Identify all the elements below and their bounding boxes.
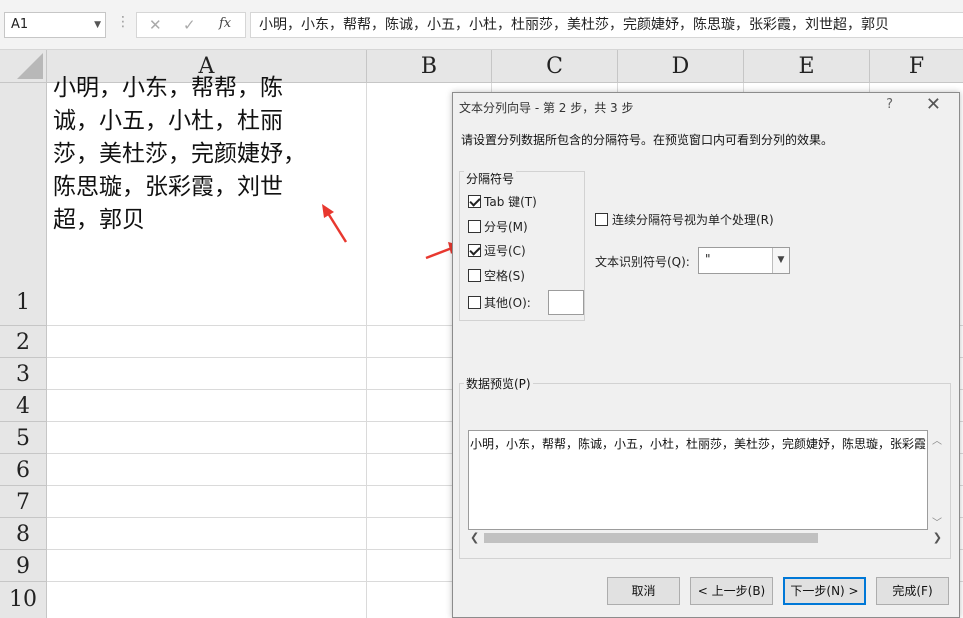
checkbox-checked-icon	[468, 195, 481, 208]
column-header-f[interactable]: F	[870, 50, 963, 83]
chevron-down-icon[interactable]: ▼	[772, 248, 789, 273]
row-header-7[interactable]: 7	[0, 486, 47, 518]
other-checkbox[interactable]: 其他(O):	[468, 295, 531, 311]
data-preview-text: 小明，小东，帮帮，陈诚，小五，小杜，杜丽莎，美杜莎，完颜婕妤，陈思璇，张彩霞	[470, 437, 927, 451]
next-button[interactable]: 下一步(N) >	[783, 577, 866, 605]
formula-bar: A1 ▼ ⋮ ✕ ✓ fx 小明，小东，帮帮，陈诚，小五，小杜，杜丽莎，美杜莎，…	[0, 0, 963, 50]
gridline	[366, 83, 367, 618]
checkbox-icon	[595, 213, 608, 226]
cancel-button[interactable]: 取消	[607, 577, 680, 605]
scrollbar-thumb[interactable]	[484, 533, 818, 543]
checkbox-icon	[468, 296, 481, 309]
cell-a1[interactable]: 小明，小东，帮帮，陈诚，小五，小杜，杜丽莎，美杜莎，完颜婕妤，陈思璇，张彩霞，刘…	[53, 72, 323, 237]
formula-input[interactable]: 小明，小东，帮帮，陈诚，小五，小杜，杜丽莎，美杜莎，完颜婕妤，陈思璇，张彩霞，刘…	[250, 12, 963, 38]
formula-bar-buttons: ✕ ✓ fx	[136, 12, 246, 38]
row-header-6[interactable]: 6	[0, 454, 47, 486]
delimiter-group: 分隔符号 Tab 键(T) 分号(M) 逗号(C) 空格(S) 其他(O):	[459, 170, 585, 321]
tab-checkbox[interactable]: Tab 键(T)	[468, 194, 537, 210]
back-button[interactable]: < 上一步(B)	[690, 577, 773, 605]
space-checkbox[interactable]: 空格(S)	[468, 268, 525, 284]
scroll-left-icon[interactable]: ❮	[470, 531, 479, 544]
row-header-4[interactable]: 4	[0, 390, 47, 422]
data-preview-group: 数据预览(P) 小明，小东，帮帮，陈诚，小五，小杜，杜丽莎，美杜莎，完颜婕妤，陈…	[459, 375, 951, 559]
row-header-10[interactable]: 10	[0, 582, 47, 618]
dialog-instruction: 请设置分列数据所包含的分隔符号。在预览窗口内可看到分列的效果。	[461, 133, 834, 147]
column-header-e[interactable]: E	[744, 50, 870, 83]
formula-bar-separator: ⋮	[116, 14, 130, 30]
confirm-entry-icon[interactable]: ✓	[183, 16, 196, 34]
dialog-title: 文本分列向导 - 第 2 步，共 3 步	[459, 101, 634, 115]
insert-function-icon[interactable]: fx	[219, 16, 231, 31]
scroll-down-icon[interactable]: ﹀	[932, 514, 942, 529]
row-header-8[interactable]: 8	[0, 518, 47, 550]
row-header-3[interactable]: 3	[0, 358, 47, 390]
checkbox-icon	[468, 269, 481, 282]
comma-checkbox[interactable]: 逗号(C)	[468, 243, 526, 259]
cancel-entry-icon[interactable]: ✕	[149, 16, 162, 34]
preview-horizontal-scrollbar[interactable]: ❮ ❯	[468, 530, 944, 546]
data-preview-box[interactable]: 小明，小东，帮帮，陈诚，小五，小杜，杜丽莎，美杜莎，完颜婕妤，陈思璇，张彩霞	[468, 430, 928, 530]
scroll-up-icon[interactable]: ︿	[932, 432, 942, 447]
other-checkbox-label: 其他(O):	[484, 296, 531, 310]
preview-vertical-scrollbar[interactable]: ︿ ﹀	[930, 430, 944, 530]
checkbox-checked-icon	[468, 244, 481, 257]
text-qualifier-label: 文本识别符号(Q):	[595, 255, 690, 269]
column-header-d[interactable]: D	[618, 50, 744, 83]
column-header-c[interactable]: C	[492, 50, 618, 83]
finish-button[interactable]: 完成(F)	[876, 577, 949, 605]
row-header-5[interactable]: 5	[0, 422, 47, 454]
text-qualifier-value: "	[705, 252, 711, 266]
tab-checkbox-label: Tab 键(T)	[484, 195, 537, 209]
annotation-arrow-icon	[322, 204, 348, 243]
row-header-1[interactable]: 1	[0, 83, 47, 326]
consecutive-delimiters-checkbox[interactable]: 连续分隔符号视为单个处理(R)	[595, 212, 774, 228]
text-to-columns-dialog: 文本分列向导 - 第 2 步，共 3 步 ? ✕ 请设置分列数据所包含的分隔符号…	[452, 92, 960, 618]
name-box-value: A1	[11, 17, 29, 32]
row-header-9[interactable]: 9	[0, 550, 47, 582]
other-delimiter-input[interactable]	[548, 290, 584, 315]
column-header-b[interactable]: B	[367, 50, 492, 83]
data-preview-title: 数据预览(P)	[464, 375, 533, 392]
scroll-right-icon[interactable]: ❯	[933, 531, 942, 544]
space-checkbox-label: 空格(S)	[484, 269, 525, 283]
close-icon[interactable]: ✕	[926, 94, 941, 115]
text-qualifier-select[interactable]: " ▼	[698, 247, 790, 274]
name-box[interactable]: A1 ▼	[4, 12, 106, 38]
semicolon-checkbox[interactable]: 分号(M)	[468, 219, 528, 235]
consecutive-delimiters-label: 连续分隔符号视为单个处理(R)	[612, 213, 774, 227]
semicolon-checkbox-label: 分号(M)	[484, 220, 528, 234]
chevron-down-icon[interactable]: ▼	[94, 13, 101, 37]
help-icon[interactable]: ?	[886, 97, 893, 112]
select-all-button[interactable]	[0, 50, 47, 83]
delimiter-group-title: 分隔符号	[464, 170, 517, 187]
comma-checkbox-label: 逗号(C)	[484, 244, 526, 258]
checkbox-icon	[468, 220, 481, 233]
row-header-2[interactable]: 2	[0, 326, 47, 358]
